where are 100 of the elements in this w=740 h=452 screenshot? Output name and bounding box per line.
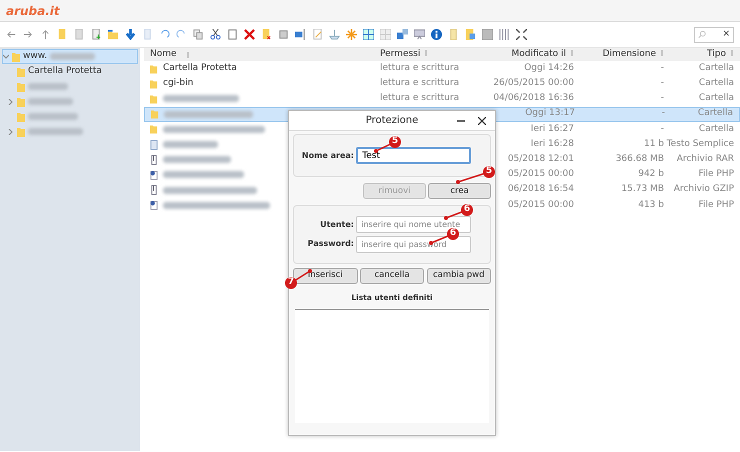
size-text: 413 b — [638, 200, 664, 210]
date-text: 05/2015 00:00 — [508, 200, 574, 210]
column-header[interactable]: Tipo — [707, 48, 726, 59]
scissors-icon[interactable] — [210, 29, 221, 40]
sort-icon[interactable] — [424, 50, 428, 56]
type-text: Cartella — [698, 78, 734, 88]
type-text: Cartella — [698, 93, 734, 104]
type-text: Cartella — [698, 124, 734, 134]
size-text: 942 b — [638, 169, 664, 180]
size-text: - — [660, 124, 664, 134]
blurred-text — [163, 156, 231, 164]
step-number: 7 — [285, 277, 297, 289]
date-text: Ieri 16:27 — [530, 124, 574, 134]
sort-icon[interactable] — [186, 52, 190, 58]
size-text: 15.73 MB — [621, 184, 664, 194]
delete-icon[interactable] — [244, 29, 255, 40]
date-text: 04/06/2018 16:36 — [493, 93, 574, 104]
button[interactable]: crea — [428, 183, 491, 199]
sort-icon[interactable] — [570, 50, 574, 56]
resize-icon[interactable] — [295, 29, 306, 40]
type-text: Cartella — [698, 62, 734, 73]
size-text: - — [660, 93, 664, 104]
blurred-text — [50, 53, 96, 60]
chevron-right-icon[interactable] — [8, 128, 14, 134]
folder-icon — [150, 94, 158, 104]
type-text: Testo Semplice — [666, 138, 734, 149]
back-arrow-icon[interactable] — [6, 29, 17, 40]
permissions-text: lettura e scrittura — [380, 93, 460, 104]
file-name: cgi-bin — [163, 77, 194, 90]
size-text: - — [660, 78, 664, 88]
field-label: Password: — [306, 238, 354, 250]
button[interactable]: cambia pwd — [426, 268, 491, 284]
column-header[interactable]: Nome — [150, 48, 177, 62]
folder-icon — [150, 124, 158, 134]
clear-button[interactable]: × — [722, 28, 730, 42]
search-icon — [698, 29, 706, 40]
column-header[interactable]: Dimensione — [602, 48, 656, 59]
new-file-icon[interactable] — [91, 29, 102, 40]
monitor-icon[interactable] — [414, 29, 425, 40]
date-text: 05/2018 12:01 — [508, 154, 574, 164]
type-text: Archivio RAR — [676, 154, 734, 164]
size-text: - — [662, 108, 665, 118]
download-icon[interactable] — [125, 29, 136, 40]
field-label: Utente: — [319, 218, 354, 231]
button[interactable]: cancella — [360, 268, 424, 284]
file-name: Cartella Protetta — [163, 62, 237, 75]
up-arrow-icon[interactable] — [40, 29, 51, 40]
permissions-text: lettura e scrittura — [380, 78, 460, 88]
size-text: - — [660, 62, 664, 73]
copy-icon[interactable] — [193, 29, 204, 40]
folder-icon — [150, 64, 158, 74]
document-icon — [150, 140, 158, 150]
archive-icon — [150, 154, 158, 165]
chevron-right-icon[interactable] — [8, 98, 14, 104]
button[interactable]: inserisci — [293, 268, 358, 284]
size-text: 11 b — [644, 138, 664, 149]
forward-arrow-icon[interactable] — [23, 29, 34, 40]
edit-icon[interactable] — [312, 29, 323, 40]
fullscreen-icon[interactable] — [516, 29, 527, 40]
size-text: 366.68 MB — [616, 154, 664, 164]
sort-icon[interactable] — [730, 50, 734, 56]
input-field[interactable]: Test — [356, 147, 472, 164]
input-field[interactable]: inserire qui password — [356, 236, 472, 252]
tree-label: www. — [23, 50, 48, 63]
code-file-icon — [150, 170, 158, 180]
date-text: Oggi 14:26 — [524, 62, 574, 73]
close-icon[interactable] — [478, 117, 486, 125]
copy-icon[interactable] — [278, 29, 289, 40]
chevron-down-icon[interactable] — [3, 54, 9, 60]
tree-label[interactable]: Cartella Protetta — [28, 64, 102, 78]
folder-icon[interactable] — [108, 29, 119, 40]
dialog-title: Protezione — [366, 114, 418, 128]
document-icon[interactable] — [74, 29, 85, 40]
type-text: File PHP — [698, 200, 734, 210]
folder-icon[interactable] — [261, 29, 272, 40]
column-header[interactable]: Permessi — [380, 48, 420, 59]
info-icon[interactable] — [431, 29, 442, 40]
blurred-text — [28, 98, 73, 105]
redo-icon[interactable] — [176, 29, 187, 40]
code-file-icon — [150, 200, 158, 210]
blurred-text — [28, 83, 68, 90]
search-field[interactable]: × — [694, 26, 734, 42]
date-text: 05/2015 00:00 — [508, 169, 574, 180]
archive-icon — [150, 185, 158, 196]
undo-icon[interactable] — [159, 29, 170, 40]
type-text: Archivio GZIP — [674, 184, 734, 194]
folder-icon — [150, 78, 158, 89]
date-text: Oggi 13:17 — [525, 108, 575, 118]
field-label: Nome area: — [300, 150, 354, 162]
blurred-text — [28, 128, 83, 135]
blurred-text — [28, 113, 78, 120]
sort-icon[interactable] — [660, 50, 664, 56]
column-header[interactable]: Modificato il — [511, 48, 566, 59]
date-text: 06/2018 16:54 — [508, 184, 574, 194]
star-icon[interactable] — [346, 29, 357, 40]
clipboard-icon[interactable] — [227, 29, 238, 40]
folder-icon — [151, 109, 159, 120]
type-text: Cartella — [698, 108, 733, 118]
document-icon[interactable] — [142, 29, 153, 40]
blurred-text — [163, 141, 218, 148]
